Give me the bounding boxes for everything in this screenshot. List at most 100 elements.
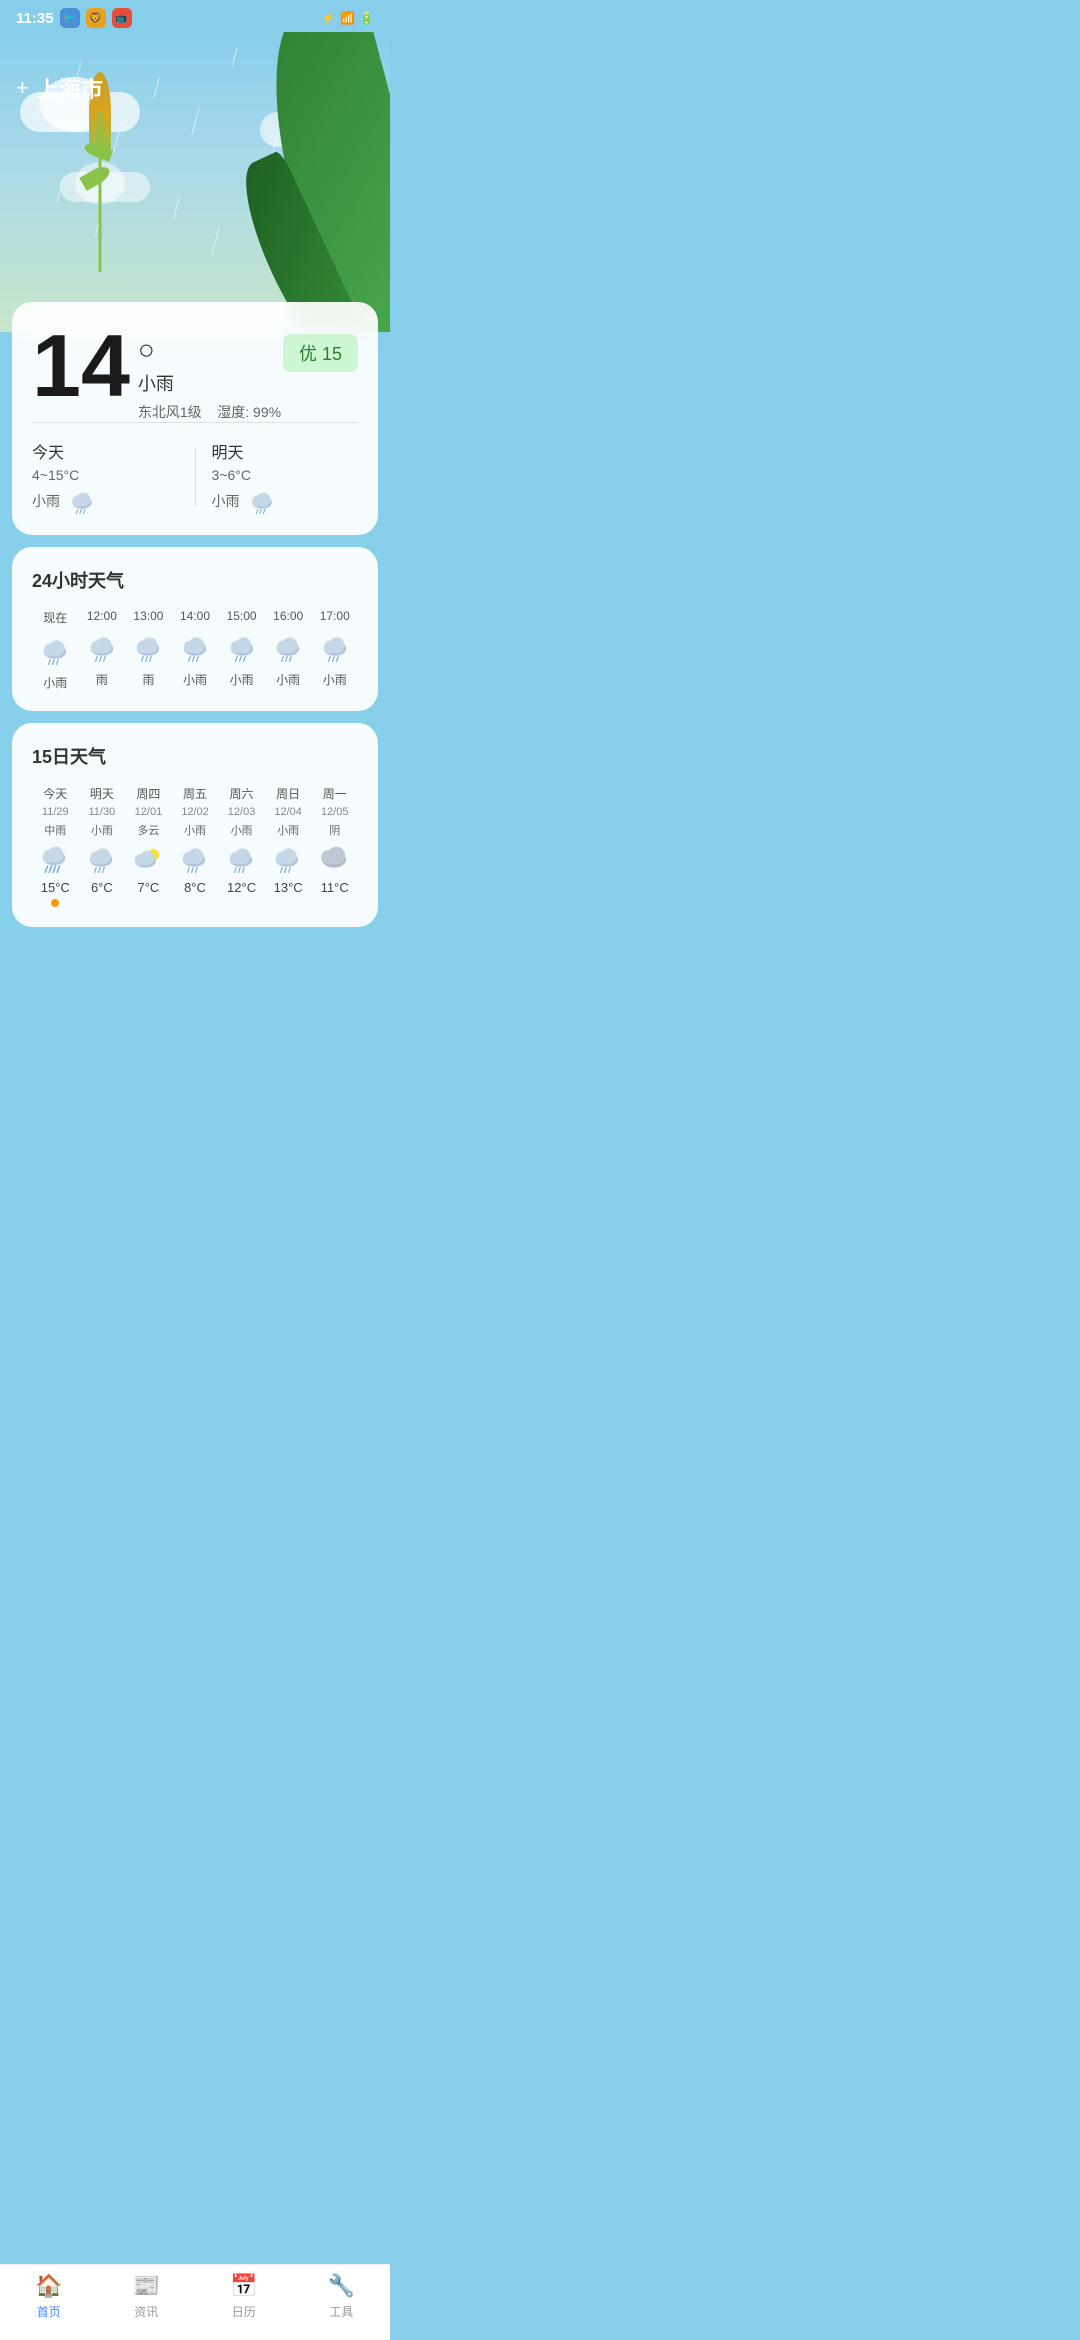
hour-icon xyxy=(132,631,164,663)
day-temp: 12°C xyxy=(227,880,256,895)
hourly-item: 现在 小雨 xyxy=(32,609,79,691)
day-date: 11/29 xyxy=(42,806,69,818)
hour-desc: 小雨 xyxy=(323,671,347,688)
current-weather-card: 14 ○ 小雨 东北风1级 湿度: 99% 优 15 xyxy=(12,302,378,535)
hourly-forecast-card: 24小时天气 现在 小雨 12:00 雨 13:00 xyxy=(12,547,378,711)
hourly-scroll[interactable]: 现在 小雨 12:00 雨 13:00 xyxy=(32,609,358,691)
aqi-badge: 优 15 xyxy=(283,334,358,372)
day-col: 周日 12/04 小雨 13°C xyxy=(265,785,312,907)
calendar-icon: 📅 xyxy=(230,2273,257,2299)
status-icons: ⚡ 📶 🔋 xyxy=(321,11,374,25)
day-date: 12/05 xyxy=(321,806,349,818)
today-temp: 4~15°C xyxy=(32,467,179,483)
daily-forecast-card: 15日天气 今天 11/29 中雨 15°C 明天 11/30 小雨 6°C xyxy=(12,723,378,927)
day-date: 12/04 xyxy=(274,806,302,818)
day-date: 12/01 xyxy=(135,806,163,818)
today-condition: 小雨 xyxy=(32,491,60,511)
hour-icon xyxy=(86,631,118,663)
day-temp: 6°C xyxy=(91,880,113,895)
day-weather: 小雨 xyxy=(91,822,113,838)
hourly-item: 12:00 雨 xyxy=(79,609,126,691)
hour-desc: 小雨 xyxy=(183,671,207,688)
hourly-item: 16:00 小雨 xyxy=(265,609,312,691)
status-left: 11:35 🐦 🦁 📺 xyxy=(16,8,132,28)
app-icon-1: 🐦 xyxy=(60,8,80,28)
status-bar: 11:35 🐦 🦁 📺 ⚡ 📶 🔋 xyxy=(0,0,390,32)
nav-tools-label: 工具 xyxy=(329,2303,353,2320)
city-header[interactable]: + 上海市 xyxy=(16,72,103,104)
day-label: 今天 xyxy=(43,785,67,802)
day-date: 12/03 xyxy=(228,806,256,818)
day-weather: 小雨 xyxy=(231,822,253,838)
today-weather-row: 小雨 xyxy=(32,487,179,515)
nav-tools[interactable]: 🔧 工具 xyxy=(293,2273,391,2320)
humidity-info: 湿度: 99% xyxy=(217,404,281,420)
day-label: 周六 xyxy=(230,785,254,802)
day-temp: 15°C xyxy=(41,880,70,895)
day-icon xyxy=(225,842,259,876)
day-weather: 阴 xyxy=(329,822,340,838)
day-icon xyxy=(38,842,72,876)
tomorrow-condition: 小雨 xyxy=(212,491,240,511)
hour-label: 15:00 xyxy=(227,609,257,623)
day-col: 周五 12/02 小雨 8°C xyxy=(172,785,219,907)
nav-calendar[interactable]: 📅 日历 xyxy=(195,2273,293,2320)
tomorrow-weather-row: 小雨 xyxy=(212,487,359,515)
day-temp: 8°C xyxy=(184,880,206,895)
nav-home-label: 首页 xyxy=(37,2303,61,2320)
hourly-item: 14:00 小雨 xyxy=(172,609,219,691)
nav-home[interactable]: 🏠 首页 xyxy=(0,2273,98,2320)
day-col: 今天 11/29 中雨 15°C xyxy=(32,785,79,907)
hourly-item: 15:00 小雨 xyxy=(218,609,265,691)
hourly-title: 24小时天气 xyxy=(32,567,358,593)
day-weather: 小雨 xyxy=(184,822,206,838)
today-item: 今天 4~15°C 小雨 xyxy=(32,439,179,515)
bottom-nav: 🏠 首页 📰 资讯 📅 日历 🔧 工具 xyxy=(0,2264,390,2340)
hour-icon xyxy=(319,631,351,663)
tomorrow-temp: 3~6°C xyxy=(212,467,359,483)
days-grid: 今天 11/29 中雨 15°C 明天 11/30 小雨 6°C 周四 1 xyxy=(32,785,358,907)
day-temp: 7°C xyxy=(138,880,160,895)
hero-background: + 上海市 xyxy=(0,32,390,332)
day-label: 周日 xyxy=(276,785,300,802)
day-label: 周五 xyxy=(183,785,207,802)
hour-desc: 雨 xyxy=(96,671,108,688)
news-icon: 📰 xyxy=(133,2273,160,2299)
tomorrow-item: 明天 3~6°C 小雨 xyxy=(212,439,359,515)
divider xyxy=(32,422,358,423)
day-temp: 11°C xyxy=(321,880,349,895)
city-name: 上海市 xyxy=(37,72,103,104)
temp-dot xyxy=(51,899,59,907)
day-icon xyxy=(85,842,119,876)
weather-condition: 小雨 xyxy=(138,370,281,396)
tomorrow-icon xyxy=(248,487,276,515)
day-col: 周一 12/05 阴 11°C xyxy=(311,785,358,907)
day-weather: 小雨 xyxy=(277,822,299,838)
add-city-icon[interactable]: + xyxy=(16,75,29,101)
nav-news-label: 资讯 xyxy=(134,2303,158,2320)
app-icon-3: 📺 xyxy=(112,8,132,28)
day-icon xyxy=(131,842,165,876)
day-label: 明天 xyxy=(90,785,114,802)
hour-icon xyxy=(226,631,258,663)
nav-news[interactable]: 📰 资讯 xyxy=(98,2273,196,2320)
hour-desc: 小雨 xyxy=(43,674,67,691)
hour-icon xyxy=(39,634,71,666)
day-weather: 中雨 xyxy=(44,822,66,838)
app-icon-2: 🦁 xyxy=(86,8,106,28)
today-icon xyxy=(68,487,96,515)
today-label: 今天 xyxy=(32,439,179,463)
day-weather: 多云 xyxy=(137,822,159,838)
hour-label: 14:00 xyxy=(180,609,210,623)
hourly-item: 17:00 小雨 xyxy=(311,609,358,691)
day-label: 周四 xyxy=(136,785,160,802)
nav-calendar-label: 日历 xyxy=(232,2303,256,2320)
main-content: 14 ○ 小雨 东北风1级 湿度: 99% 优 15 xyxy=(0,302,390,951)
temperature-display: 14 xyxy=(32,322,130,410)
hour-label: 13:00 xyxy=(133,609,163,623)
temp-unit: ○ xyxy=(138,334,155,365)
hour-desc: 雨 xyxy=(142,671,154,688)
hour-label: 12:00 xyxy=(87,609,117,623)
vertical-divider xyxy=(195,447,196,507)
hour-icon xyxy=(179,631,211,663)
